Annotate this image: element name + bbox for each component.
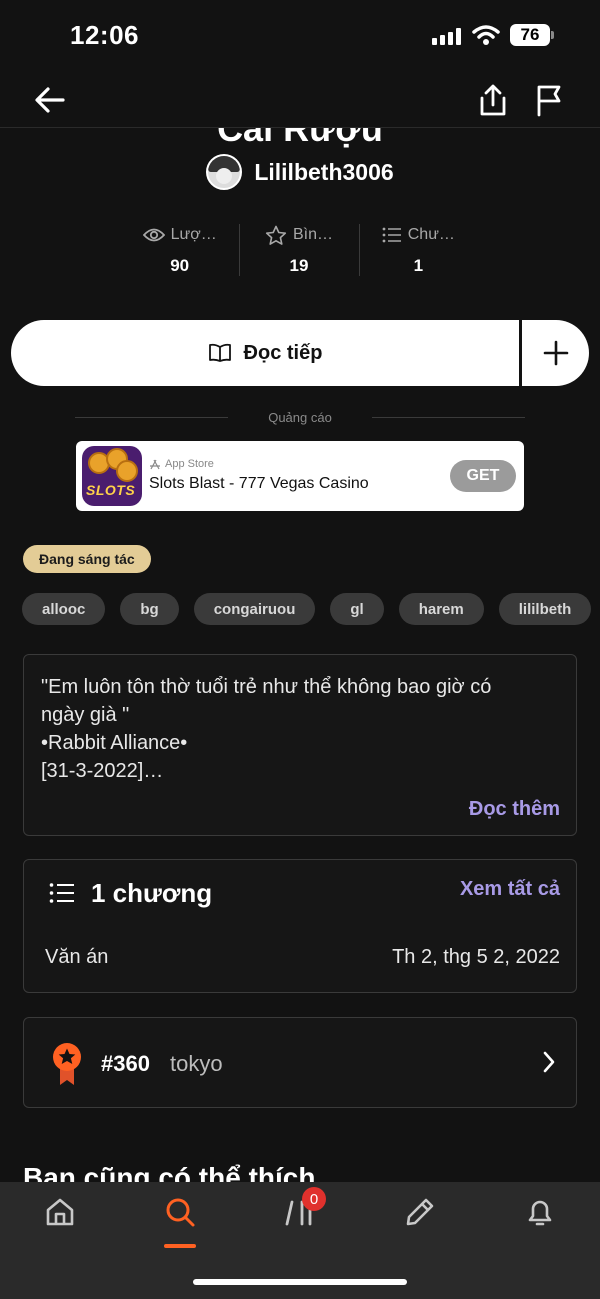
tab-library[interactable]: 0 (270, 1187, 330, 1252)
stat-label: Lượ… (170, 226, 217, 243)
ad-store: App Store (149, 458, 214, 470)
bell-icon (528, 1200, 552, 1226)
star-icon (265, 225, 287, 245)
add-to-library-button[interactable] (522, 320, 589, 386)
rank-tag: tokyo (170, 1051, 223, 1076)
pencil-icon (406, 1198, 434, 1226)
stat-label: Bìn… (292, 226, 333, 243)
stat-reads: Lượ… 90 (120, 222, 239, 276)
tag-chip[interactable]: bg (120, 593, 179, 625)
search-icon (166, 1198, 195, 1227)
home-indicator (193, 1279, 407, 1285)
status-bar: 12:06 76 (0, 0, 600, 72)
tab-notifications[interactable] (510, 1196, 570, 1252)
flag-icon (537, 85, 561, 117)
share-button[interactable] (471, 78, 515, 122)
chapter-title[interactable]: Văn án (45, 946, 108, 969)
clock: 12:06 (70, 20, 139, 50)
stat-votes: Bìn… 19 (239, 222, 358, 276)
see-all-link[interactable]: Xem tất cả (460, 878, 560, 901)
description-text: "Em luôn tôn thờ tuổi trẻ như thể không … (41, 676, 492, 782)
stat-label: Chư… (407, 226, 455, 243)
report-button[interactable] (527, 78, 571, 122)
continue-reading-button[interactable]: Đọc tiếp (11, 320, 519, 386)
list-icon (382, 227, 401, 243)
ad-banner[interactable]: SLOTS App Store Slots Blast - 777 Vegas … (76, 441, 524, 511)
chapters-card: 1 chương Xem tất cả Văn án Th 2, thg 5 2… (23, 859, 577, 993)
rank-number: #360 (101, 1051, 150, 1076)
tag-chip[interactable]: lililbeth (498, 593, 592, 625)
stat-value: 1 (413, 256, 424, 275)
battery-icon: 76 (510, 24, 554, 46)
ranking-card[interactable]: #360 tokyo (23, 1017, 577, 1108)
ad-get-button[interactable]: GET (450, 460, 516, 492)
medal-icon (53, 1043, 81, 1085)
wifi-icon (472, 25, 500, 45)
eye-icon (142, 228, 165, 242)
tab-search[interactable] (150, 1196, 210, 1252)
story-stats: Lượ… 90 Bìn… 19 Chư… 1 (120, 222, 478, 276)
list-icon (49, 883, 74, 903)
bottom-tab-bar: 0 (0, 1182, 600, 1299)
avatar (206, 154, 243, 190)
notification-badge: 0 (302, 1187, 326, 1211)
cellular-signal-icon (432, 28, 461, 45)
author-name: Lililbeth3006 (254, 158, 394, 185)
ad-label-row: Quảng cáo (75, 410, 526, 425)
tab-home[interactable] (30, 1196, 90, 1252)
chapter-count: 1 chương (91, 878, 213, 908)
app-store-icon (150, 459, 160, 469)
top-nav (0, 72, 600, 128)
arrow-left-icon (35, 87, 65, 113)
chapter-date: Th 2, thg 5 2, 2022 (392, 946, 560, 968)
tag-chip[interactable]: gl (330, 593, 384, 625)
read-actions: Đọc tiếp (11, 320, 589, 386)
share-icon (480, 84, 506, 116)
ad-store-label: App Store (165, 458, 214, 470)
tag-chip[interactable]: harem (398, 593, 484, 625)
active-tab-indicator (164, 1244, 196, 1248)
stat-value: 19 (289, 256, 309, 275)
slots-app-icon: SLOTS (82, 446, 142, 506)
plus-icon (543, 340, 568, 366)
chevron-right-icon (543, 1051, 555, 1073)
tag-list: allooc bg congairuou gl harem lililbeth (22, 593, 592, 625)
stat-parts: Chư… 1 (358, 222, 478, 276)
tag-chip[interactable]: allooc (22, 593, 106, 625)
book-open-icon (208, 343, 231, 362)
description-card: "Em luôn tôn thờ tuổi trẻ như thể không … (23, 654, 577, 836)
status-badge: Đang sáng tác (23, 545, 151, 573)
tab-write[interactable] (390, 1196, 450, 1252)
read-more-link[interactable]: Đọc thêm (469, 798, 560, 821)
home-icon (46, 1198, 74, 1226)
ad-icon-text: SLOTS (86, 482, 136, 498)
author-link[interactable]: Lililbeth3006 (0, 154, 600, 190)
tag-chip[interactable]: congairuou (193, 593, 316, 625)
continue-reading-label: Đọc tiếp (243, 341, 323, 364)
stat-value: 90 (170, 256, 190, 275)
ad-app-name: Slots Blast - 777 Vegas Casino (149, 475, 369, 492)
ad-label: Quảng cáo (268, 410, 332, 425)
battery-level: 76 (510, 24, 550, 46)
back-button[interactable] (28, 78, 72, 122)
